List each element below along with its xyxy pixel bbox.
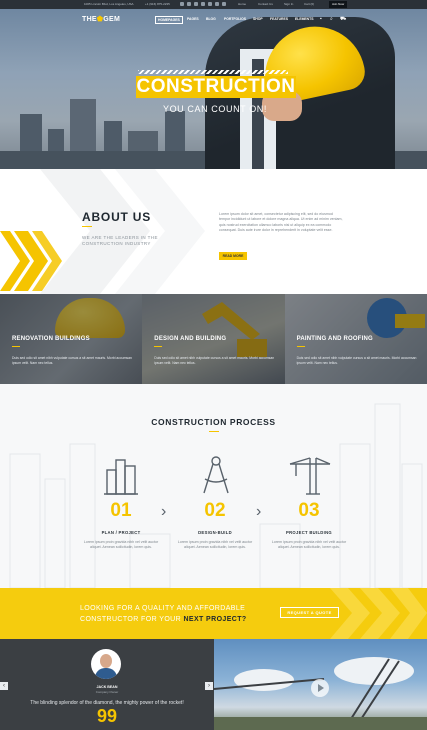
hazard-stripes [138, 70, 288, 74]
nav-blog[interactable]: BLOG [206, 17, 216, 21]
step-number: 02 [204, 500, 226, 521]
request-quote-button[interactable]: REQUEST A QUOTE [280, 607, 339, 618]
step-text: Lorem ipsum proin gravida nibh vel velit… [83, 540, 159, 549]
contact-phone: +1 (916) 875-2235 [145, 2, 170, 6]
cta-highlight: NEXT PROJECT? [183, 616, 247, 623]
process-title: CONSTRUCTION PROCESS [151, 417, 276, 427]
testimonial-name: JACK BEAN [96, 685, 118, 689]
read-more-button[interactable]: READ MORE [219, 252, 247, 260]
contact-address: 1005 Lincoln Blvd, Los Angeles, USA [84, 2, 134, 6]
service-title: PAINTING AND ROOFING [296, 336, 373, 342]
service-card-design[interactable]: DESIGN AND BUILDING Duis sed odio sit am… [142, 294, 285, 384]
step-title: PROJECT BUILDING [286, 530, 332, 535]
top-link-home[interactable]: Home [238, 2, 246, 6]
step-title: DESIGN-BUILD [198, 530, 232, 535]
service-title: DESIGN AND BUILDING [154, 336, 227, 342]
step-text: Lorem ipsum proin gravida nibh vel velit… [271, 540, 347, 549]
facebook-icon[interactable] [180, 2, 184, 6]
process-title-underline [209, 431, 219, 432]
about-text: Lorem ipsum dolor sit amet, consectetur … [219, 212, 343, 233]
join-button[interactable]: Join Now [329, 1, 347, 8]
hero-subtitle: YOU CAN COUNT ON! [162, 104, 268, 114]
hero-title: CONSTRUCTION [136, 76, 296, 98]
service-text: Duis sed odio sit amet nibh vulputate cu… [12, 356, 132, 365]
logo[interactable]: THE⬟GEM [82, 15, 120, 23]
step-text: Lorem ipsum proin gravida nibh vel velit… [177, 540, 253, 549]
top-link-cart[interactable]: Cart (0) [304, 2, 314, 6]
testimonial-next-button[interactable]: › [205, 682, 213, 690]
video-panel[interactable] [214, 639, 427, 730]
cart-icon[interactable]: ⛟ [340, 17, 346, 22]
cta-line-2: CONSTRUCTOR FOR YOUR [80, 616, 182, 623]
service-underline [12, 346, 20, 347]
chevron-right-icon: › [256, 503, 262, 520]
cta-line-1: LOOKING FOR A QUALITY AND AFFORDABLE [80, 605, 246, 612]
logo-text-the: THE [82, 16, 97, 23]
service-card-painting[interactable]: PAINTING AND ROOFING Duis sed odio sit a… [284, 294, 427, 384]
testimonial-prev-button[interactable]: ‹ [0, 682, 8, 690]
play-button[interactable] [311, 679, 329, 697]
avatar [91, 649, 121, 679]
buildings-icon [104, 459, 138, 495]
instagram-icon[interactable] [208, 2, 212, 6]
pinterest-icon[interactable] [215, 2, 219, 6]
cta-banner: LOOKING FOR A QUALITY AND AFFORDABLE CON… [0, 588, 427, 639]
nav-elements[interactable]: ELEMENTS [295, 17, 313, 21]
youtube-icon[interactable] [222, 2, 226, 6]
social-links [180, 2, 226, 6]
service-underline [154, 346, 163, 347]
service-title: RENOVATION BUILDINGS [12, 336, 90, 342]
chevron-right-icon: › [161, 503, 167, 520]
about-title: ABOUT US [82, 210, 152, 224]
step-title: PLAN / PROJECT [101, 530, 141, 535]
service-text: Duis sed odio sit amet nibh vulputate cu… [154, 356, 275, 365]
chevron-background [0, 169, 205, 294]
top-bar: 1005 Lincoln Blvd, Los Angeles, USA +1 (… [0, 0, 427, 9]
search-icon[interactable]: ⌕ [330, 17, 335, 22]
about-title-underline [82, 226, 92, 227]
crane-icon [289, 457, 331, 495]
logo-text-gem: GEM [103, 16, 121, 23]
about-subtitle: WE ARE THE LEADERS IN THE CONSTRUCTION I… [82, 235, 158, 246]
avatar-body [95, 668, 117, 679]
step-number: 03 [298, 500, 320, 521]
nav-pages[interactable]: PAGES [187, 17, 199, 21]
nav-homepages[interactable]: HOMEPAGES [155, 16, 183, 24]
about-section: ABOUT US WE ARE THE LEADERS IN THE CONST… [0, 169, 427, 294]
language-flag-icon[interactable]: ▪ [320, 17, 325, 22]
avatar-face [100, 654, 112, 668]
cta-text: LOOKING FOR A QUALITY AND AFFORDABLE CON… [80, 603, 250, 625]
googleplus-icon[interactable] [201, 2, 205, 6]
twitter-icon[interactable] [187, 2, 191, 6]
testimonial-role: Company Owner [95, 690, 119, 694]
quote-mark-icon: 99 [97, 706, 118, 726]
testimonial-panel: JACK BEAN Company Owner The blinding spl… [0, 639, 214, 730]
process-section: CONSTRUCTION PROCESS 01 02 03 › › PLAN /… [0, 384, 427, 588]
service-underline [296, 346, 305, 347]
top-link-contact[interactable]: Contact Us [258, 2, 273, 6]
step-number: 01 [110, 500, 132, 521]
nav-shop[interactable]: SHOP [253, 17, 263, 21]
compass-icon [203, 456, 229, 494]
linkedin-icon[interactable] [194, 2, 198, 6]
top-link-signin[interactable]: Sign In [284, 2, 293, 6]
nav-features[interactable]: FEATURES [270, 17, 288, 21]
nav-portfolios[interactable]: PORTFOLIOS [224, 17, 246, 21]
service-text: Duis sed odio sit amet nibh vulputate cu… [296, 356, 417, 365]
service-card-renovation[interactable]: RENOVATION BUILDINGS Duis sed odio sit a… [0, 294, 143, 384]
